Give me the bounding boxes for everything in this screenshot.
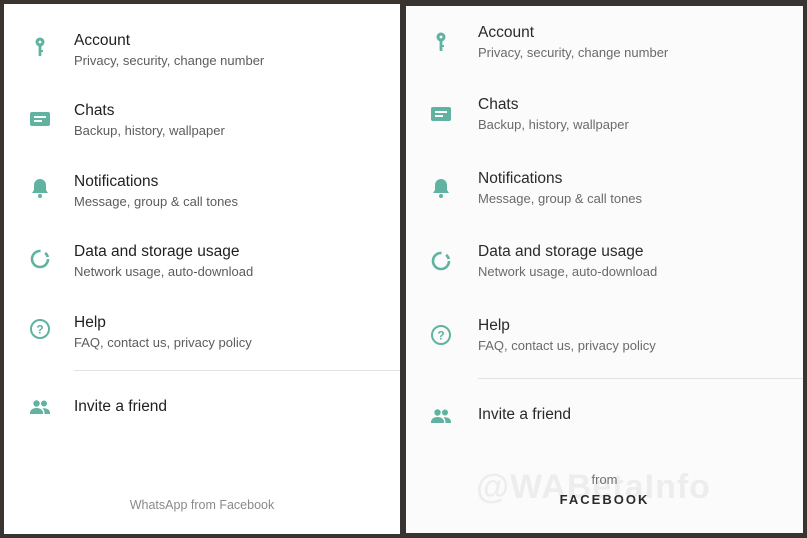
settings-item-help[interactable]: ? Help FAQ, contact us, privacy policy [406,309,803,369]
settings-item-data-storage[interactable]: Data and storage usage Network usage, au… [406,235,803,295]
settings-item-title: Account [74,32,131,49]
settings-item-title: Notifications [478,170,563,187]
settings-item-subtitle: Message, group & call tones [74,194,239,209]
divider [478,378,803,379]
settings-item-subtitle: Backup, history, wallpaper [74,123,225,138]
footer-branding: WhatsApp from Facebook [129,498,275,512]
people-icon [429,404,453,428]
settings-item-account[interactable]: Account Privacy, security, change number [4,18,400,78]
footer-from-label: from [591,472,618,487]
settings-item-title: Notifications [74,173,159,190]
settings-item-account[interactable]: Account Privacy, security, change number [406,16,803,76]
settings-item-chats[interactable]: Chats Backup, history, wallpaper [4,88,400,148]
settings-item-title: Help [74,314,106,331]
settings-screen-old: Account Privacy, security, change number… [4,4,400,534]
help-icon: ? [28,317,52,341]
svg-text:?: ? [36,323,43,337]
settings-screen-new: Account Privacy, security, change number… [406,6,803,533]
settings-item-title: Account [478,24,535,41]
settings-item-title: Invite a friend [478,406,572,423]
settings-item-title: Chats [478,96,519,113]
settings-item-title: Invite a friend [74,398,168,415]
bell-icon [28,176,52,200]
key-icon [429,30,453,54]
key-icon [28,35,52,59]
chat-icon [28,107,52,131]
settings-item-subtitle: FAQ, contact us, privacy policy [74,335,252,350]
settings-item-invite[interactable]: Invite a friend [406,391,803,451]
settings-item-notifications[interactable]: Notifications Message, group & call tone… [406,162,803,222]
settings-item-title: Chats [74,102,115,119]
data-usage-icon [429,249,453,273]
settings-item-title: Data and storage usage [74,243,240,260]
settings-item-title: Data and storage usage [478,243,644,260]
settings-item-subtitle: FAQ, contact us, privacy policy [478,338,656,353]
settings-item-chats[interactable]: Chats Backup, history, wallpaper [406,88,803,148]
help-icon: ? [429,323,453,347]
settings-item-subtitle: Backup, history, wallpaper [478,117,629,132]
settings-item-subtitle: Privacy, security, change number [478,45,669,60]
settings-item-subtitle: Privacy, security, change number [74,53,265,68]
settings-item-subtitle: Message, group & call tones [478,191,643,206]
svg-text:?: ? [437,329,444,343]
settings-item-invite[interactable]: Invite a friend [4,378,400,438]
data-usage-icon [28,247,52,271]
footer-brand-label: FACEBOOK [559,492,650,507]
settings-item-data-storage[interactable]: Data and storage usage Network usage, au… [4,229,400,289]
divider [74,370,400,371]
chat-icon [429,102,453,126]
settings-item-title: Help [478,317,510,334]
settings-item-subtitle: Network usage, auto-download [74,264,254,279]
settings-item-help[interactable]: ? Help FAQ, contact us, privacy policy [4,300,400,360]
people-icon [28,395,52,419]
settings-item-subtitle: Network usage, auto-download [478,264,658,279]
bell-icon [429,176,453,200]
settings-item-notifications[interactable]: Notifications Message, group & call tone… [4,159,400,219]
